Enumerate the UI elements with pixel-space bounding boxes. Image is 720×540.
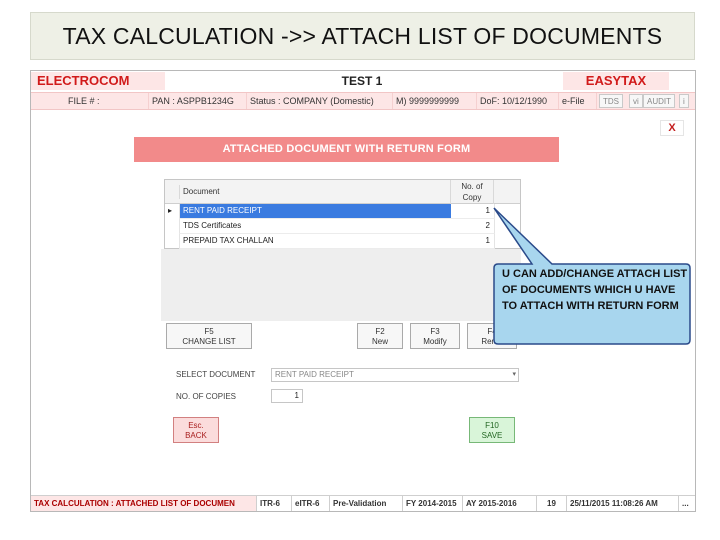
modify-key: F3 [430,327,440,336]
documents-grid[interactable]: Document No. of Copy ▸ RENT PAID RECEIPT… [164,179,521,249]
new-button[interactable]: F2 New [357,323,403,349]
remove-key: F4 [487,327,497,336]
cell-document[interactable]: RENT PAID RECEIPT [179,204,451,219]
brand-bar: ELECTROCOM TEST 1 EASYTAX [31,71,695,91]
cell-document[interactable]: PREPAID TAX CHALLAN [179,234,451,249]
brand-easytax: EASYTAX [563,72,669,90]
chevron-down-icon[interactable]: ▾ [512,369,516,381]
dof-field: DoF: 10/12/1990 [477,93,559,109]
save-label: SAVE [481,431,503,440]
new-label: New [371,337,388,346]
grid-empty-area [161,249,521,321]
stage: TAX CALCULATION ->> ATTACH LIST OF DOCUM… [0,0,720,540]
status-itr[interactable]: ITR-6 [257,496,292,511]
table-row[interactable]: TDS Certificates 2 [165,219,520,234]
column-header-copies-line2: Copy [462,193,482,202]
row-pointer-icon: ▸ [168,206,173,215]
remove-label: Remo [481,337,503,346]
select-document-value: RENT PAID RECEIPT [275,370,354,379]
remove-button[interactable]: F4 Remo [467,323,517,349]
tab-audit[interactable]: AUDIT [643,94,675,108]
brand-electrocom: ELECTROCOM [31,72,165,90]
status-prevalidation[interactable]: Pre-Validation [330,496,403,511]
change-list-button[interactable]: F5 CHANGE LIST [166,323,252,349]
copies-input[interactable]: 1 [271,389,303,403]
save-key: F10 [485,421,499,430]
status-datetime: 25/11/2015 11:08:26 AM [567,496,679,511]
save-button[interactable]: F10 SAVE [469,417,515,443]
tab-i[interactable]: i [679,94,689,108]
status-bar: TAX CALCULATION : ATTACHED LIST OF DOCUM… [31,495,695,511]
efile-field[interactable]: e-File [559,93,597,109]
close-button[interactable]: X [660,120,684,136]
change-list-key: F5 [204,327,214,336]
file-number-label: FILE # : [68,96,100,106]
status-fy: FY 2014-2015 [403,496,463,511]
cell-copies[interactable]: 1 [451,204,495,219]
column-header-copies-line1: No. of [461,182,483,191]
cell-copies[interactable]: 2 [451,219,495,234]
panel-title: ATTACHED DOCUMENT WITH RETURN FORM [134,137,559,162]
change-list-label: CHANGE LIST [182,337,236,346]
tab-tds[interactable]: TDS [599,94,623,108]
new-key: F2 [375,327,385,336]
grid-body: ▸ RENT PAID RECEIPT 1 TDS Certificates 2… [165,204,520,249]
slide-title: TAX CALCULATION ->> ATTACH LIST OF DOCUM… [30,12,695,60]
tab-vi[interactable]: vi [629,94,643,108]
file-number: FILE # : [31,93,149,109]
company-name: TEST 1 [341,74,383,88]
modify-label: Modify [423,337,447,346]
status-field: Status : COMPANY (Domestic) [247,93,393,109]
cell-document[interactable]: TDS Certificates [179,219,451,234]
pan-field: PAN : ASPPB1234G [149,93,247,109]
grid-header: Document No. of Copy [165,180,520,204]
back-key: Esc. [188,421,204,430]
status-screen-name: TAX CALCULATION : ATTACHED LIST OF DOCUM… [31,496,257,511]
column-header-document[interactable]: Document [179,185,449,199]
callout-text: U CAN ADD/CHANGE ATTACH LIST OF DOCUMENT… [502,268,688,312]
back-button[interactable]: Esc. BACK [173,417,219,443]
status-ay: AY 2015-2016 [463,496,537,511]
cell-copies[interactable]: 1 [451,234,495,249]
select-document-label: SELECT DOCUMENT [176,370,256,379]
info-bar: FILE # : PAN : ASPPB1234G Status : COMPA… [31,92,695,110]
status-number: 19 [537,496,567,511]
column-header-copies[interactable]: No. of Copy [450,180,494,204]
table-row[interactable]: ▸ RENT PAID RECEIPT 1 [165,204,520,219]
copies-label: NO. OF COPIES [176,392,237,401]
back-label: BACK [185,431,207,440]
table-row[interactable]: PREPAID TAX CHALLAN 1 [165,234,520,249]
mobile-field: M) 9999999999 [393,93,477,109]
select-document-dropdown[interactable]: RENT PAID RECEIPT ▾ [271,368,519,382]
status-more[interactable]: ... [679,496,695,511]
status-eitr[interactable]: eITR-6 [292,496,330,511]
modify-button[interactable]: F3 Modify [410,323,460,349]
